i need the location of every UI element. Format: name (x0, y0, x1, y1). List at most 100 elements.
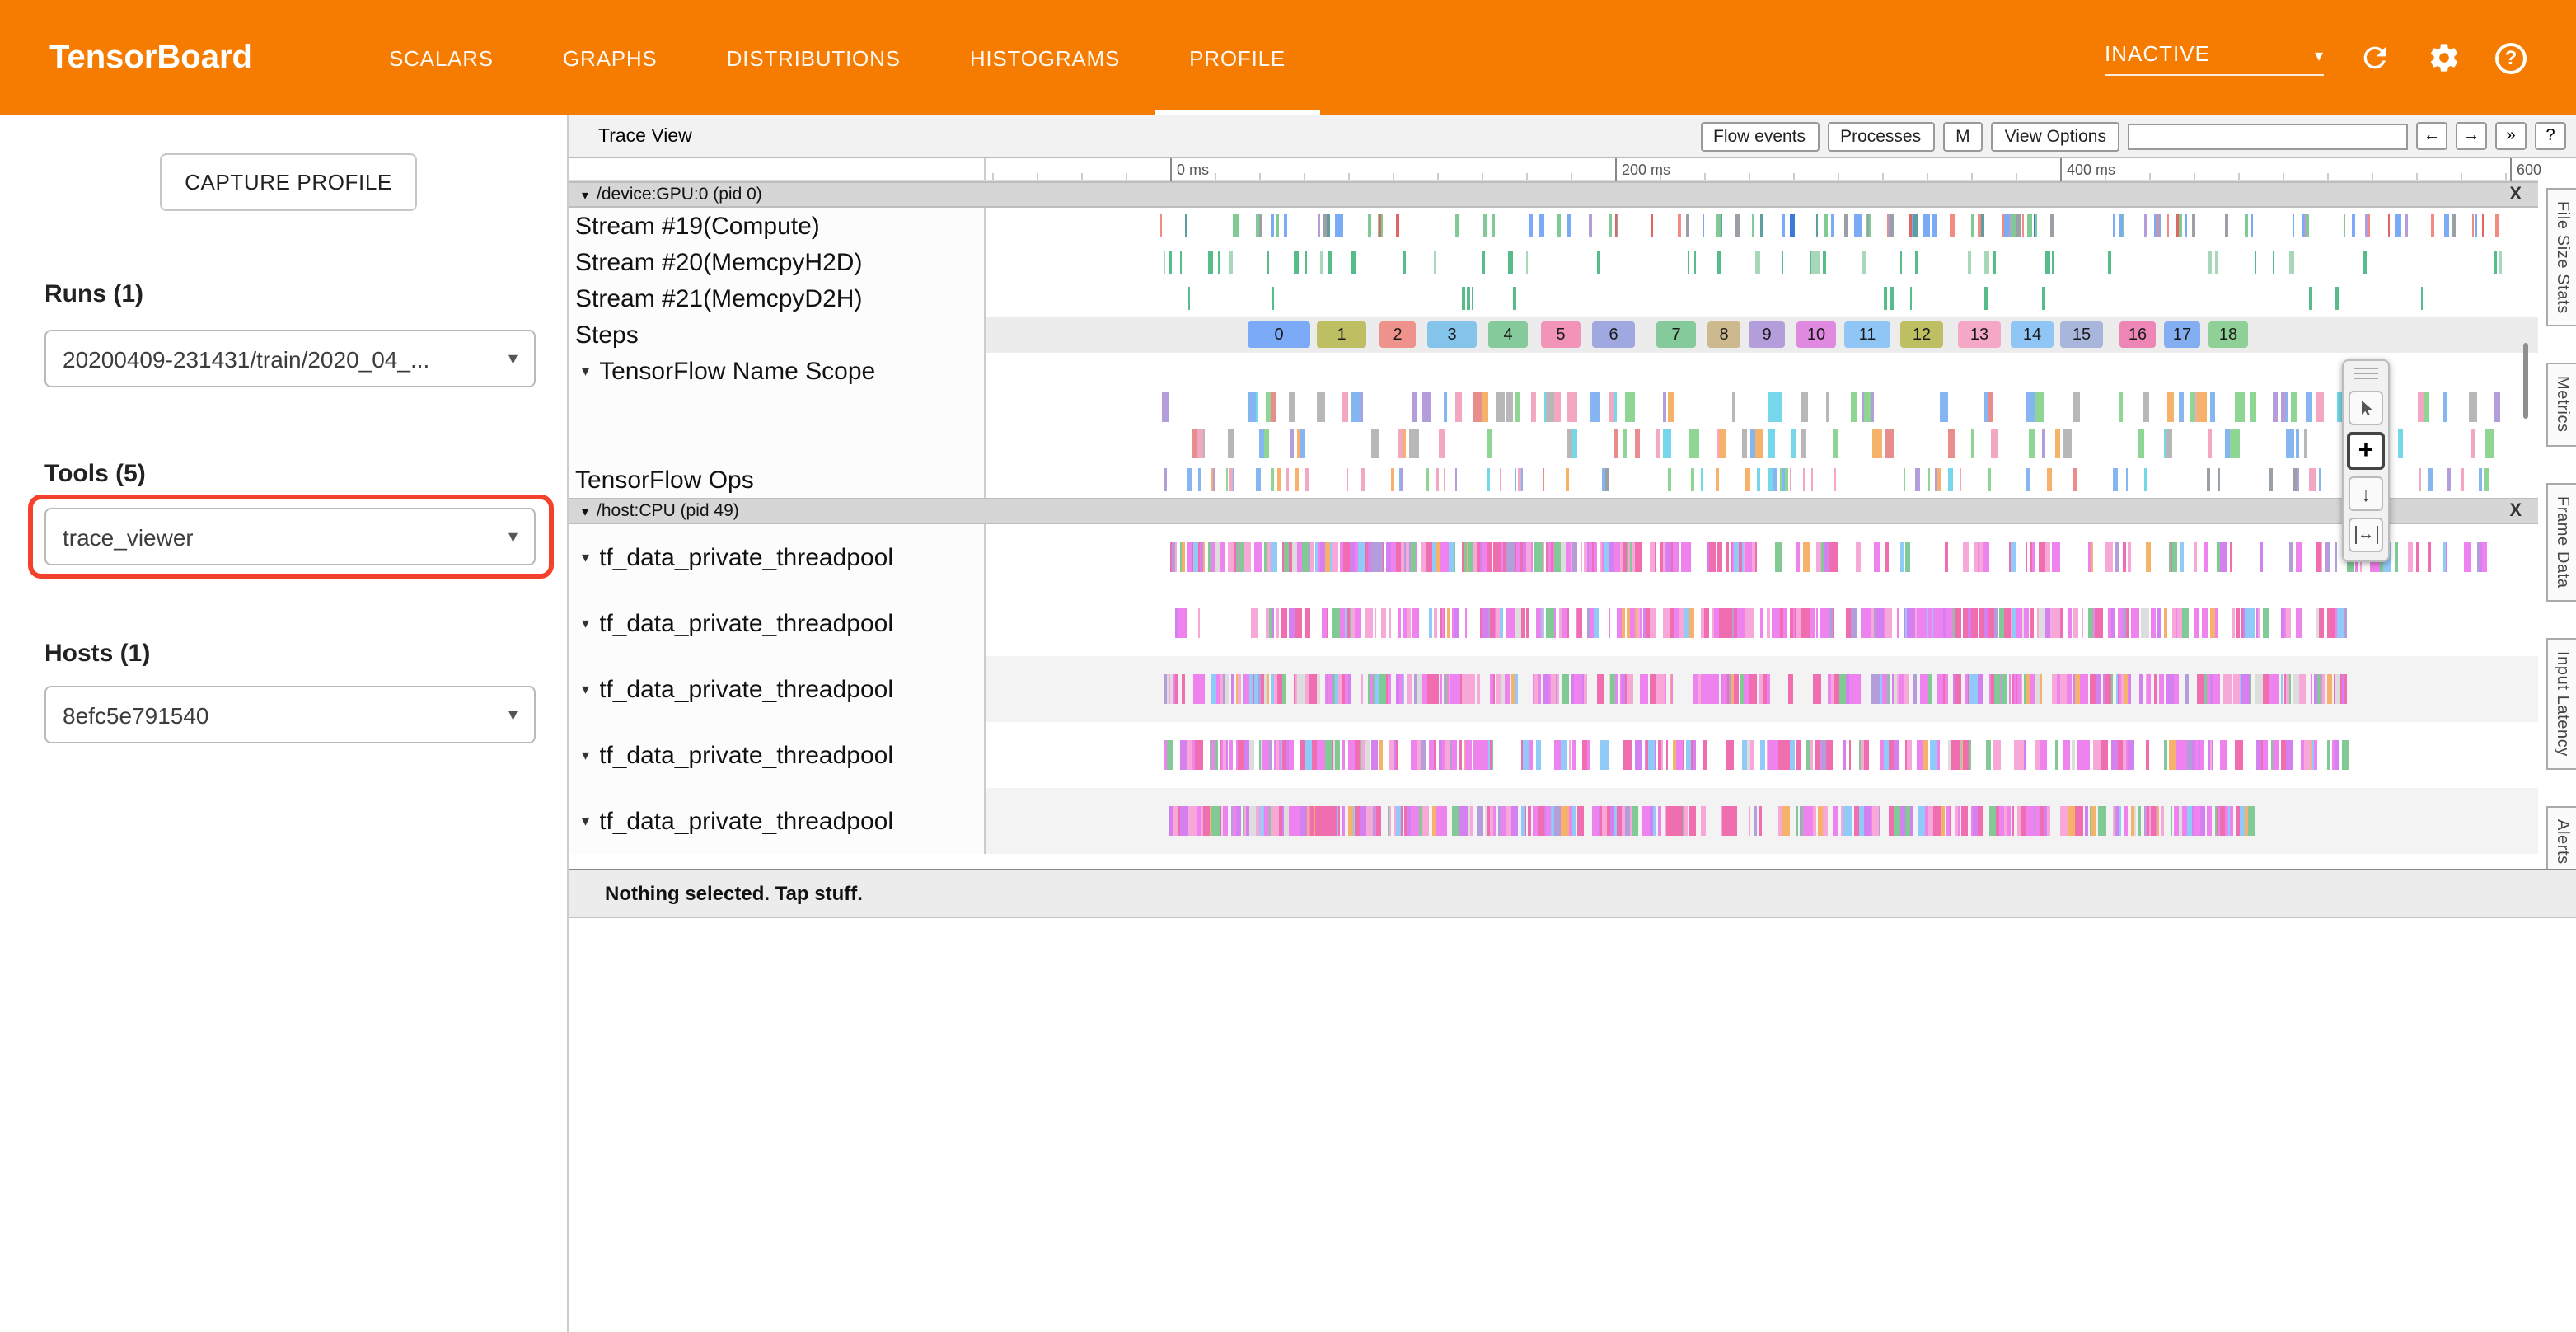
trace-event[interactable] (1282, 674, 1285, 704)
trace-event[interactable] (1550, 674, 1555, 704)
trace-event[interactable] (1627, 608, 1630, 638)
trace-event[interactable] (1881, 674, 1888, 704)
trace-event[interactable] (1188, 287, 1191, 310)
trace-event[interactable] (1487, 429, 1492, 458)
trace-event[interactable] (1766, 608, 1769, 638)
trace-event[interactable] (1929, 608, 1932, 638)
trace-event[interactable] (1810, 251, 1812, 274)
trace-event[interactable] (1485, 608, 1489, 638)
trace-event[interactable] (2224, 674, 2232, 704)
trace-event[interactable] (2225, 806, 2228, 836)
trace-event[interactable] (1494, 542, 1502, 572)
trace-event[interactable] (1949, 429, 1955, 458)
trace-event[interactable] (2027, 214, 2032, 237)
trace-event[interactable] (1187, 740, 1192, 770)
trace-event[interactable] (1940, 392, 1948, 422)
trace-event[interactable] (1625, 392, 1635, 422)
trace-event[interactable] (2220, 740, 2227, 770)
trace-event[interactable] (2078, 740, 2087, 770)
trace-event[interactable] (1166, 740, 1173, 770)
trace-event[interactable] (2115, 542, 2119, 572)
trace-event[interactable] (2251, 214, 2253, 237)
trace-event[interactable] (1899, 251, 1902, 274)
trace-event[interactable] (1203, 806, 1209, 836)
trace-event[interactable] (1706, 674, 1709, 704)
row-label[interactable]: Stream #20(MemcpyH2D) (569, 244, 986, 280)
trace-event[interactable] (1493, 806, 1496, 836)
status-dropdown[interactable]: INACTIVE ▾ (2105, 40, 2324, 75)
trace-event[interactable] (1588, 214, 1592, 237)
trace-event[interactable] (2046, 608, 2049, 638)
trace-event[interactable] (1272, 392, 1276, 422)
trace-search-input[interactable] (2128, 123, 2408, 149)
trace-event[interactable] (1536, 740, 1541, 770)
trace-event[interactable] (1428, 608, 1432, 638)
trace-event[interactable] (2232, 608, 2235, 638)
trace-event[interactable] (2089, 674, 2094, 704)
trace-event[interactable] (2236, 740, 2243, 770)
trace-event[interactable] (1843, 214, 1847, 237)
trace-event[interactable] (2042, 287, 2044, 310)
trace-event[interactable] (1368, 214, 1370, 237)
trace-event[interactable] (2295, 608, 2302, 638)
trace-event[interactable] (2480, 542, 2483, 572)
trace-event[interactable] (2247, 806, 2255, 836)
trace-event[interactable] (2306, 214, 2310, 237)
trace-event[interactable] (1297, 429, 1300, 458)
trace-event[interactable] (1802, 542, 1809, 572)
trace-event[interactable] (2292, 214, 2294, 237)
trace-event[interactable] (1259, 429, 1264, 458)
trace-event[interactable] (1677, 214, 1680, 237)
trace-event[interactable] (2296, 542, 2302, 572)
trace-event[interactable] (1351, 251, 1356, 274)
trace-event[interactable] (1998, 608, 2005, 638)
trace-event[interactable] (2140, 674, 2143, 704)
row-label[interactable]: Steps (569, 317, 986, 353)
trace-event[interactable] (2147, 542, 2152, 572)
trace-event[interactable] (2302, 214, 2305, 237)
step-block[interactable]: 3 (1427, 321, 1477, 348)
trace-event[interactable] (2299, 674, 2307, 704)
trace-event[interactable] (1280, 608, 1286, 638)
step-block[interactable]: 0 (1248, 321, 1310, 348)
trace-event[interactable] (1830, 214, 1834, 237)
trace-event[interactable] (2343, 674, 2346, 704)
trace-event[interactable] (1906, 542, 1911, 572)
trace-event[interactable] (1824, 542, 1829, 572)
trace-event[interactable] (2364, 251, 2368, 274)
trace-event[interactable] (1582, 740, 1586, 770)
trace-event[interactable] (1482, 214, 1487, 237)
trace-event[interactable] (2255, 674, 2263, 704)
trace-event[interactable] (1442, 806, 1447, 836)
trace-event[interactable] (1815, 740, 1820, 770)
trace-event[interactable] (1169, 674, 1171, 704)
trace-event[interactable] (2394, 542, 2398, 572)
trace-track[interactable] (986, 389, 2538, 425)
trace-event[interactable] (1514, 542, 1516, 572)
trace-event[interactable] (1525, 608, 1529, 638)
row-label[interactable] (569, 389, 986, 425)
trace-event[interactable] (1832, 429, 1838, 458)
trace-event[interactable] (1684, 608, 1688, 638)
trace-event[interactable] (2153, 674, 2158, 704)
trace-event[interactable] (2494, 392, 2499, 422)
trace-event[interactable] (1468, 542, 1473, 572)
trace-event[interactable] (2198, 392, 2207, 422)
row-label[interactable]: Stream #21(MemcpyD2H) (569, 280, 986, 317)
trace-event[interactable] (2179, 392, 2184, 422)
trace-event[interactable] (2056, 740, 2059, 770)
trace-event[interactable] (1554, 806, 1560, 836)
trace-event[interactable] (2216, 542, 2218, 572)
right-tab-file-size-stats[interactable]: File Size Stats (2546, 188, 2576, 327)
trace-event[interactable] (2420, 287, 2423, 310)
trace-event[interactable] (1305, 251, 1307, 274)
trace-event[interactable] (1669, 392, 1675, 422)
trace-event[interactable] (1687, 251, 1689, 274)
trace-event[interactable] (1411, 740, 1417, 770)
trace-event[interactable] (2165, 429, 2172, 458)
trace-event[interactable] (1180, 806, 1188, 836)
trace-event[interactable] (1911, 287, 1913, 310)
trace-event[interactable] (2252, 608, 2255, 638)
trace-event[interactable] (2122, 542, 2125, 572)
trace-event[interactable] (2310, 674, 2312, 704)
